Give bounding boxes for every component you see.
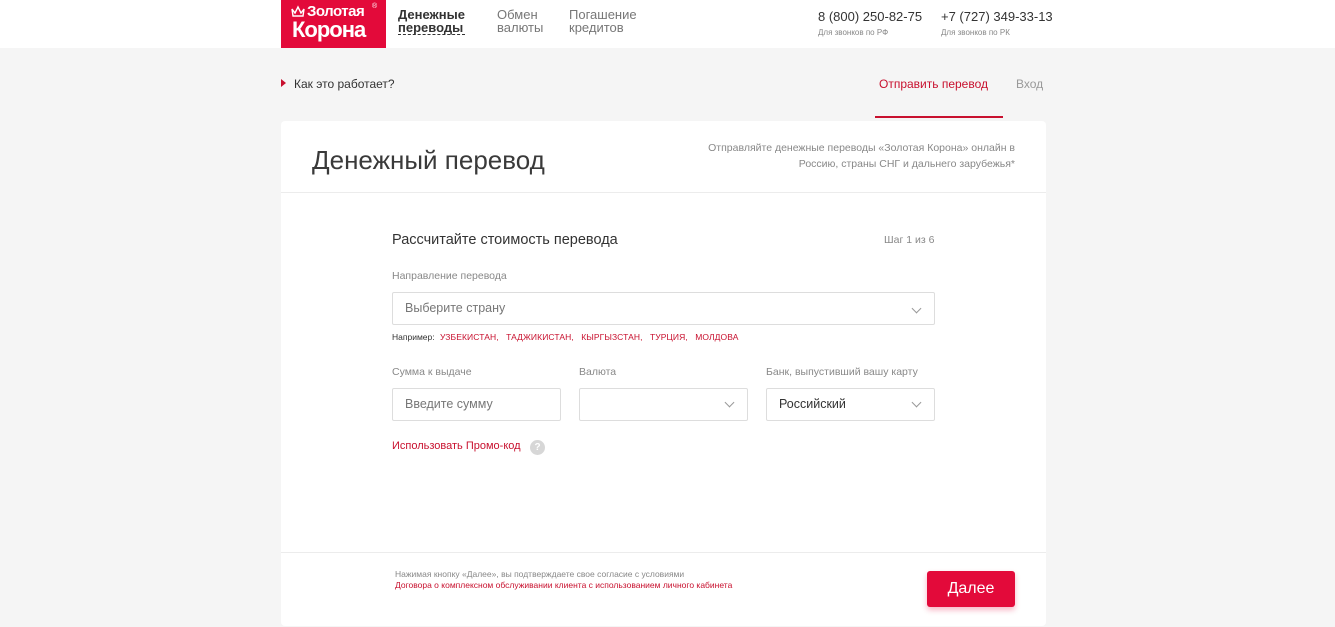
- divider: [281, 192, 1046, 193]
- bank-label: Банк, выпустивший вашу карту: [766, 366, 918, 378]
- agreement-link[interactable]: Договора о комплексном обслуживании клие…: [395, 580, 735, 591]
- logo-line2: Корона: [292, 17, 366, 42]
- chevron-down-icon: [911, 303, 922, 314]
- active-tab-indicator: [875, 116, 1003, 118]
- promo-code-link[interactable]: Использовать Промо-код: [392, 440, 521, 452]
- next-button[interactable]: Далее: [927, 571, 1015, 607]
- help-icon[interactable]: ?: [530, 440, 545, 455]
- nav-loan-repayment[interactable]: Погашение кредитов: [569, 8, 637, 34]
- chevron-down-icon: [911, 397, 922, 408]
- page-description: Отправляйте денежные переводы «Золотая К…: [708, 142, 1015, 170]
- transfer-card: Денежный перевод Отправляйте денежные пе…: [281, 121, 1046, 626]
- amount-input[interactable]: Введите сумму: [392, 388, 561, 421]
- example-country-link[interactable]: ТУРЦИЯ,: [650, 332, 688, 342]
- phone-ru[interactable]: 8 (800) 250-82-75 Для звонков по РФ: [818, 9, 922, 37]
- agreement-text: Нажимая кнопку «Далее», вы подтверждаете…: [395, 569, 735, 590]
- example-country-link[interactable]: КЫРГЫЗСТАН,: [581, 332, 642, 342]
- nav-currency-exchange[interactable]: Обмен валюты: [497, 8, 543, 34]
- example-country-link[interactable]: ТАДЖИКИСТАН,: [506, 332, 574, 342]
- how-it-works-link[interactable]: Как это работает?: [281, 77, 395, 91]
- logo-reg: ®: [372, 3, 378, 10]
- currency-label: Валюта: [579, 366, 617, 378]
- currency-select[interactable]: [579, 388, 748, 421]
- bank-select[interactable]: Российский: [766, 388, 935, 421]
- logo[interactable]: Золотая ® Корона: [281, 0, 386, 48]
- direction-label: Направление перевода: [392, 270, 507, 282]
- example-country-link[interactable]: УЗБЕКИСТАН,: [440, 332, 499, 342]
- top-bar: Золотая ® Корона Денежные переводы Обмен…: [0, 0, 1335, 48]
- sum-label: Сумма к выдаче: [392, 366, 472, 378]
- triangle-right-icon: [281, 79, 286, 87]
- divider: [281, 552, 1046, 553]
- country-select[interactable]: Выберите страну: [392, 292, 935, 325]
- phone-kz[interactable]: +7 (727) 349-33-13 Для звонков по РК: [941, 9, 1053, 37]
- example-country-link[interactable]: МОЛДОВА: [695, 332, 738, 342]
- example-countries: Например: УЗБЕКИСТАН, ТАДЖИКИСТАН, КЫРГЫ…: [392, 332, 739, 342]
- page-title: Денежный перевод: [312, 145, 545, 175]
- nav-money-transfers[interactable]: Денежные переводы: [398, 8, 465, 35]
- calc-title: Рассчитайте стоимость перевода: [392, 232, 618, 248]
- crown-icon: [291, 5, 305, 17]
- chevron-down-icon: [724, 397, 735, 408]
- tab-send-transfer[interactable]: Отправить перевод: [879, 77, 988, 91]
- step-indicator: Шаг 1 из 6: [884, 234, 935, 246]
- tab-login[interactable]: Вход: [1016, 77, 1043, 91]
